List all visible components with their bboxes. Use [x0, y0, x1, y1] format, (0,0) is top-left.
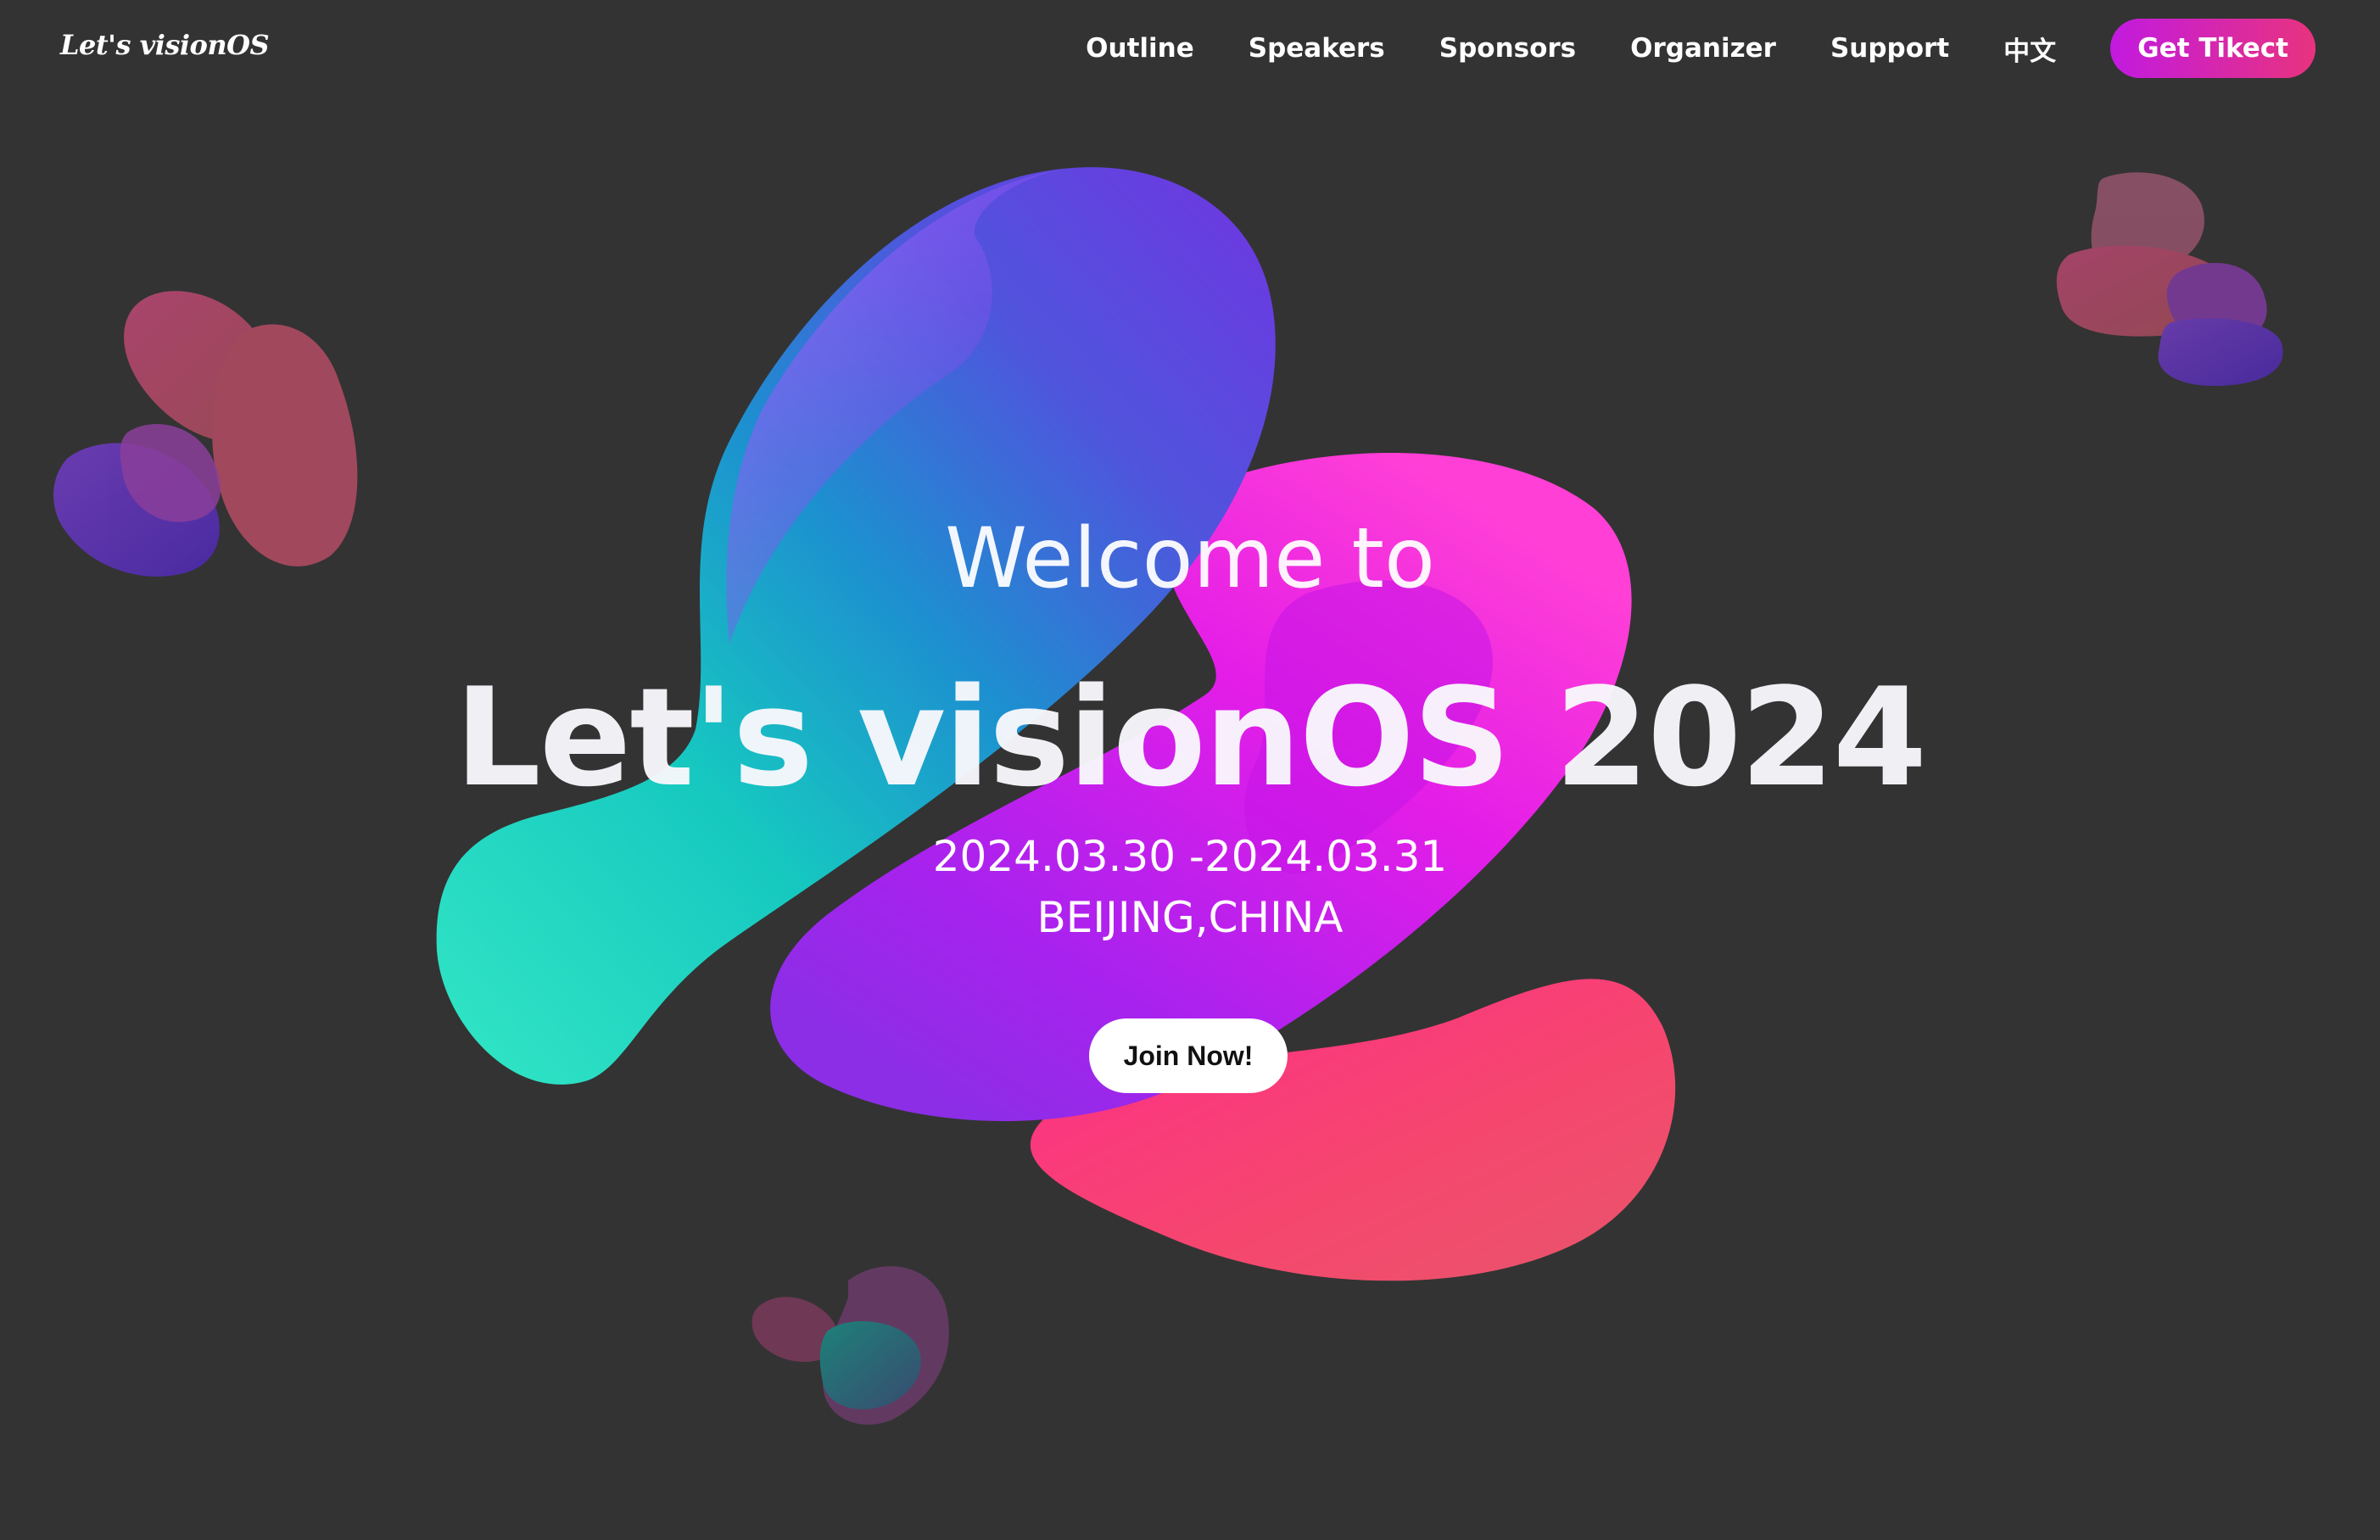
- nav-link-organizer[interactable]: Organizer: [1630, 33, 1776, 64]
- top-nav: Let's visionOS Outline Speakers Sponsors…: [0, 0, 2380, 97]
- nav-link-speakers[interactable]: Speakers: [1249, 33, 1385, 64]
- event-location: BEIJING,CHINA: [1036, 893, 1344, 942]
- get-ticket-button[interactable]: Get Tikect: [2110, 19, 2316, 78]
- join-now-button[interactable]: Join Now!: [1089, 1018, 1288, 1093]
- landing-page: Let's visionOS Outline Speakers Sponsors…: [0, 0, 2380, 1540]
- top-right-blob-cluster: [2056, 172, 2283, 386]
- event-dates: 2024.03.30 -2024.03.31: [932, 832, 1448, 881]
- nav-link-sponsors[interactable]: Sponsors: [1439, 33, 1576, 64]
- nav-link-support[interactable]: Support: [1830, 33, 1949, 64]
- nav-link-outline[interactable]: Outline: [1086, 33, 1194, 64]
- site-logo[interactable]: Let's visionOS: [60, 29, 270, 61]
- nav-link-language-toggle[interactable]: 中文: [2003, 30, 2056, 68]
- hero-welcome-text: Welcome to: [945, 511, 1435, 607]
- hero-title: Let's visionOS 2024: [454, 658, 1927, 817]
- bottom-blob-cluster: [751, 1266, 949, 1425]
- nav-links: Outline Speakers Sponsors Organizer Supp…: [1086, 0, 2380, 97]
